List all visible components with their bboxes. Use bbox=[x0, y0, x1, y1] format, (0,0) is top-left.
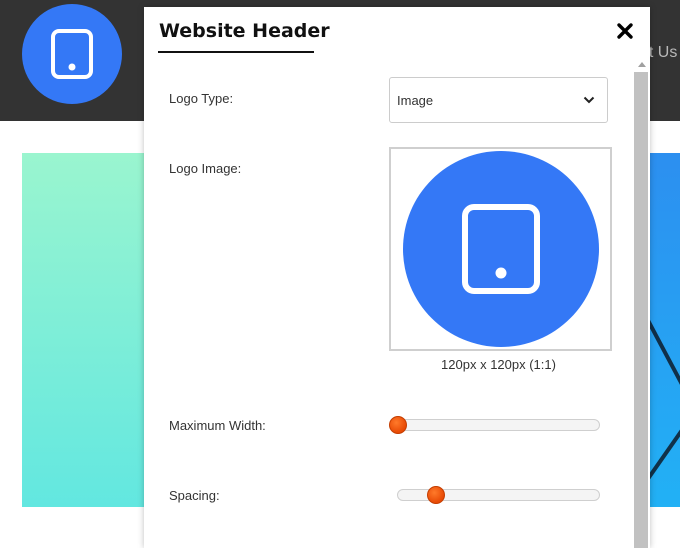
scroll-thumb[interactable] bbox=[634, 72, 648, 548]
logo-image-label: Logo Image: bbox=[169, 161, 242, 176]
hero-image-left bbox=[22, 153, 157, 507]
hero-image-right bbox=[650, 153, 680, 507]
spacing-slider[interactable] bbox=[397, 486, 600, 504]
panel-scrollbar[interactable] bbox=[634, 58, 650, 548]
tablet-icon bbox=[51, 29, 93, 79]
close-icon bbox=[617, 23, 633, 39]
close-button[interactable] bbox=[616, 22, 634, 40]
scroll-up-arrow-icon[interactable] bbox=[638, 62, 646, 67]
spacing-slider-thumb[interactable] bbox=[427, 486, 446, 504]
maximum-width-slider[interactable] bbox=[389, 416, 600, 434]
chevron-down-icon bbox=[583, 96, 595, 104]
logo-image-circle bbox=[403, 151, 599, 347]
panel-title: Website Header bbox=[159, 20, 330, 42]
spacing-label: Spacing: bbox=[169, 488, 220, 503]
website-header-panel: Website Header Logo Type: Image Logo Ima… bbox=[144, 7, 650, 548]
maximum-width-label: Maximum Width: bbox=[169, 418, 266, 433]
logo-type-select[interactable]: Image bbox=[389, 77, 608, 123]
site-logo[interactable] bbox=[22, 4, 122, 104]
tablet-icon bbox=[462, 204, 540, 294]
title-underline bbox=[158, 51, 314, 53]
logo-image-preview[interactable] bbox=[389, 147, 612, 351]
maximum-width-slider-thumb[interactable] bbox=[389, 416, 407, 434]
logo-type-label: Logo Type: bbox=[169, 91, 234, 106]
logo-type-value: Image bbox=[397, 93, 434, 108]
logo-image-size-caption: 120px x 120px (1:1) bbox=[441, 357, 556, 372]
